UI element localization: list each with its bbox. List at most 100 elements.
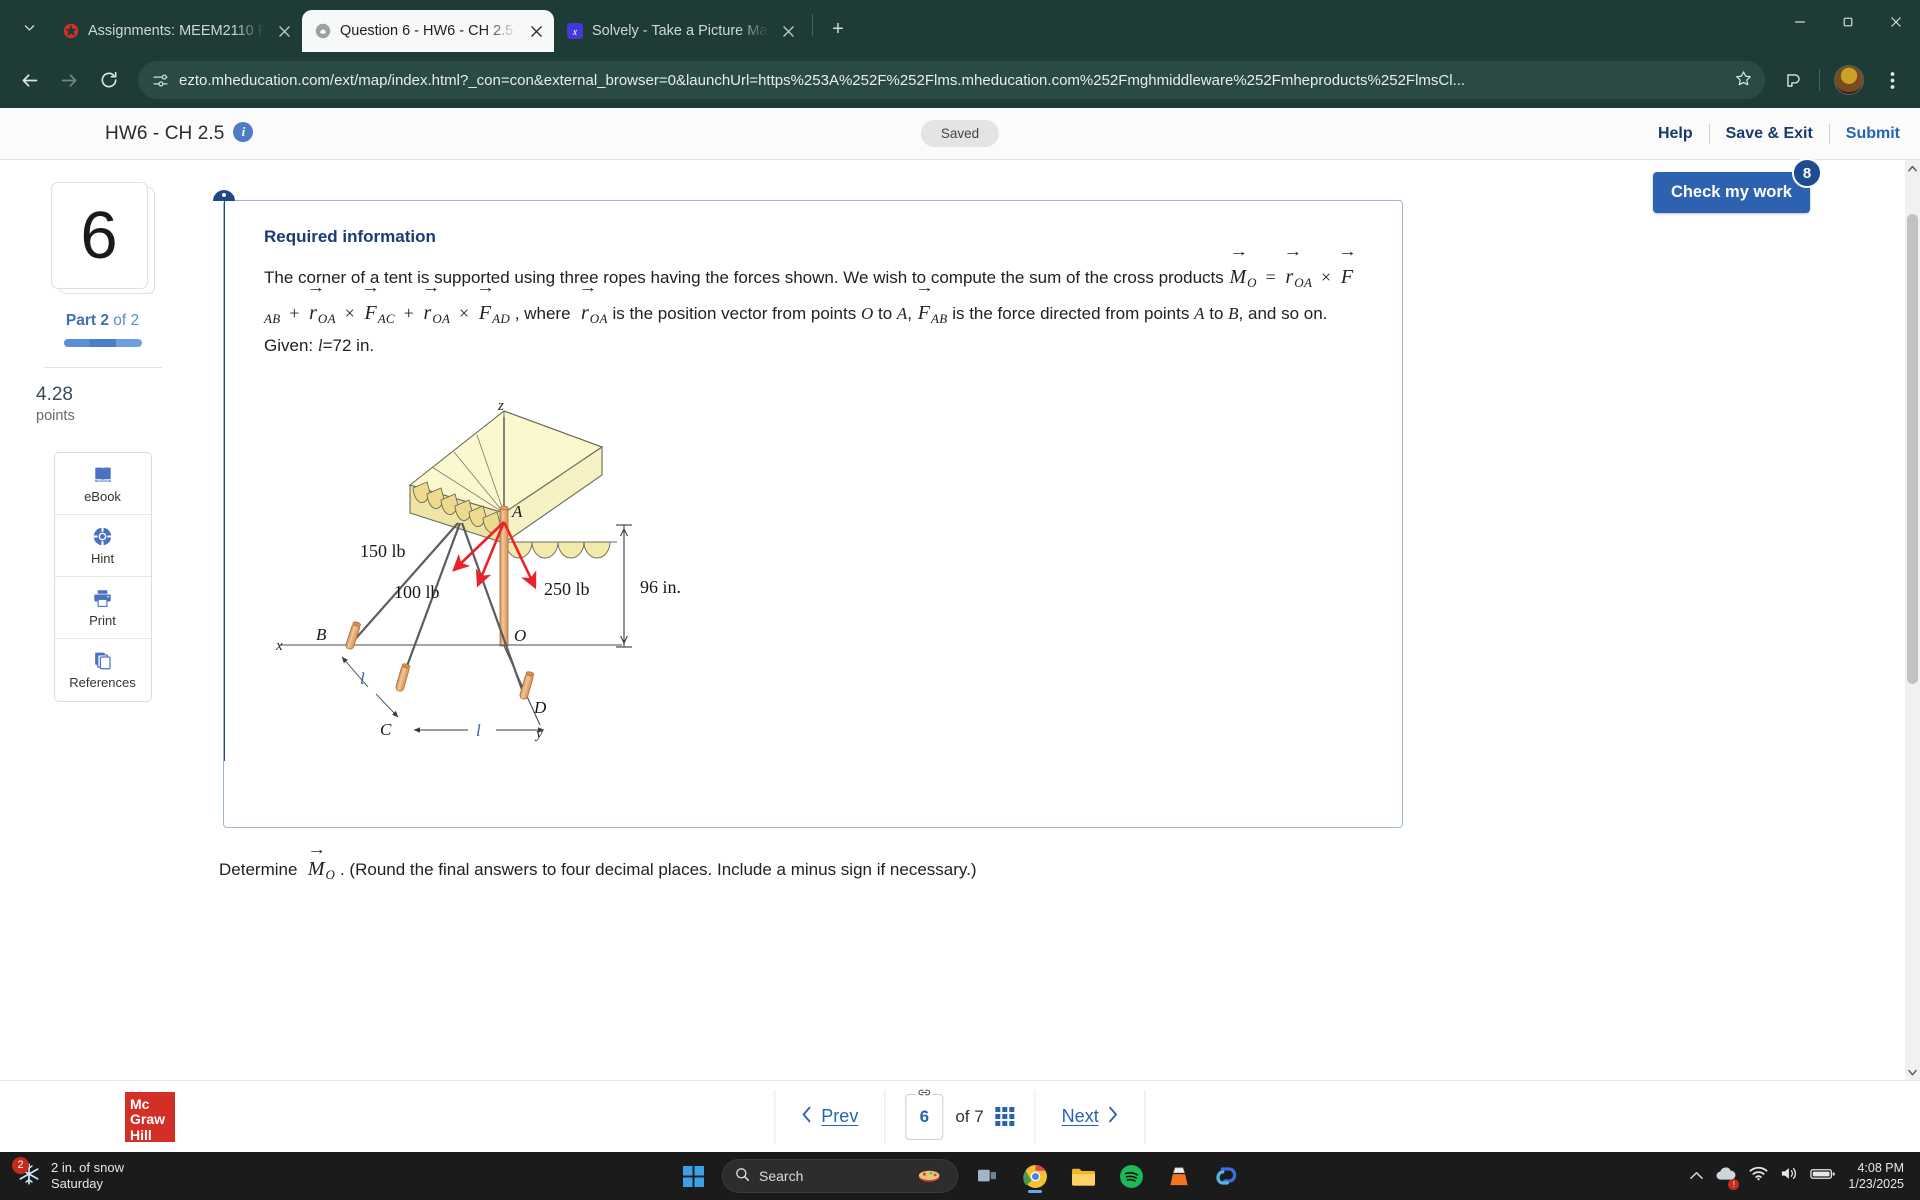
question-prompt: The corner of a tent is supported using … — [264, 260, 1362, 361]
assignment-body: 6 Part 2 of 2 4.28 points eBook Hint Pri… — [0, 160, 1920, 1080]
taskbar-clock[interactable]: 4:08 PM 1/23/2025 — [1848, 1160, 1904, 1193]
point-A-ref-2: A — [1194, 303, 1205, 323]
notification-badge: 2 — [12, 1156, 29, 1174]
copilot-icon[interactable] — [1208, 1157, 1246, 1195]
svg-text:x: x — [571, 27, 577, 38]
tab-search-chevron-icon[interactable] — [12, 10, 46, 44]
scrollbar-track[interactable] — [1905, 176, 1920, 1064]
determine-moment-symbol: M — [307, 858, 326, 881]
scroll-up-arrow-icon[interactable] — [1905, 160, 1920, 176]
required-information-box: Required information The corner of a ten… — [223, 200, 1403, 828]
weather-widget[interactable]: 2 2 in. of snow Saturday — [12, 1156, 124, 1193]
reload-button[interactable] — [90, 61, 128, 99]
logo-line-3: Hill — [130, 1126, 152, 1143]
chrome-menu-icon[interactable] — [1874, 62, 1910, 98]
site-settings-icon[interactable] — [152, 72, 169, 89]
scrollbar-thumb[interactable] — [1907, 214, 1918, 684]
to-word-2: to — [1209, 303, 1224, 323]
point-label-B: B — [316, 625, 327, 644]
check-my-work-count-badge: 8 — [1792, 158, 1822, 188]
point-A-ref: A — [896, 303, 908, 323]
back-button[interactable] — [10, 61, 48, 99]
assignment-footer: Mc Graw Hill Prev 6 of 7 Next — [0, 1080, 1920, 1152]
taskbar-search[interactable]: Search — [722, 1159, 958, 1193]
tool-hint[interactable]: Hint — [54, 515, 151, 577]
window-maximize-button[interactable] — [1824, 0, 1872, 44]
tab-divider — [812, 14, 813, 36]
tab-close-icon-1[interactable] — [526, 21, 546, 41]
r3-symbol: r — [423, 296, 433, 332]
question-rail: 6 Part 2 of 2 4.28 points eBook Hint Pri… — [0, 160, 205, 1080]
panel-collapse-handle[interactable] — [213, 190, 235, 761]
onedrive-tray-icon[interactable]: ! — [1715, 1166, 1740, 1190]
tool-ebook[interactable]: eBook — [54, 453, 151, 515]
battery-icon[interactable] — [1810, 1167, 1836, 1186]
part-current: 2 — [100, 312, 109, 329]
plus-2: + — [403, 302, 414, 323]
browser-toolbar-right — [1775, 62, 1910, 98]
page-title-text: HW6 - CH 2.5 — [105, 123, 225, 144]
tray-expand-chevron-icon[interactable] — [1690, 1167, 1704, 1185]
vlc-icon[interactable] — [1160, 1157, 1198, 1195]
grid-view-icon[interactable] — [995, 1107, 1015, 1126]
position-vector-text: is the position vector from points — [612, 303, 857, 323]
save-and-exit-link[interactable]: Save & Exit — [1710, 123, 1829, 145]
force-label-250: 250 lb — [544, 579, 590, 599]
taskbar-search-label: Search — [759, 1168, 804, 1184]
r2-subscript: OA — [317, 310, 336, 326]
window-minimize-button[interactable] — [1776, 0, 1824, 44]
help-link[interactable]: Help — [1642, 123, 1709, 145]
forward-button[interactable] — [50, 61, 88, 99]
task-view-button[interactable] — [968, 1157, 1006, 1195]
r2-symbol: r — [308, 296, 318, 332]
assignment-header: HW6 - CH 2.5 i Saved Help Save & Exit Sub… — [0, 108, 1920, 160]
tab-close-icon-2[interactable] — [778, 21, 798, 41]
chrome-taskbar-icon[interactable] — [1016, 1157, 1054, 1195]
tool-panel: eBook Hint Print References — [53, 452, 152, 702]
browser-tab-1[interactable]: Question 6 - HW6 - CH 2.5 - Co — [302, 10, 554, 52]
tool-print-label: Print — [89, 612, 116, 628]
wifi-icon[interactable] — [1749, 1166, 1768, 1186]
check-my-work-button[interactable]: Check my work — [1652, 172, 1810, 213]
point-label-A: A — [511, 502, 523, 521]
bookmark-star-icon[interactable] — [1734, 69, 1753, 92]
f1-symbol: F — [1340, 260, 1354, 296]
weather-line-2: Saturday — [51, 1176, 104, 1191]
file-explorer-icon[interactable] — [1064, 1157, 1102, 1195]
browser-tab-0[interactable]: Assignments: MEEM2110 R02 S — [50, 10, 302, 52]
question-content: Required information The corner of a ten… — [205, 160, 1920, 1080]
prev-question-button[interactable]: Prev — [775, 1106, 884, 1128]
taskbar-center: Search — [674, 1157, 1246, 1195]
next-question-button[interactable]: Next — [1036, 1106, 1145, 1128]
prompt-line-1: The corner of a tent is supported using … — [264, 268, 1154, 287]
volume-icon[interactable] — [1780, 1166, 1798, 1186]
next-label: Next — [1061, 1106, 1099, 1126]
point-B-ref: B — [1228, 303, 1239, 323]
tool-print[interactable]: Print — [54, 577, 151, 639]
window-close-button[interactable] — [1872, 0, 1920, 44]
cross-3: × — [459, 302, 470, 323]
mcgraw-hill-logo: Mc Graw Hill — [125, 1091, 175, 1143]
browser-toolbar: ezto.mheducation.com/ext/map/index.html?… — [0, 52, 1920, 108]
browser-tab-2[interactable]: x Solvely - Take a Picture Math Sc — [554, 10, 806, 52]
content-scrollbar[interactable] — [1905, 160, 1920, 1080]
clock-time: 4:08 PM — [1857, 1160, 1904, 1175]
scroll-down-arrow-icon[interactable] — [1905, 1064, 1920, 1080]
f2-subscript: AC — [377, 310, 395, 326]
page-number-input[interactable]: 6 — [905, 1085, 944, 1140]
address-bar[interactable]: ezto.mheducation.com/ext/map/index.html?… — [138, 61, 1765, 99]
start-button[interactable] — [674, 1157, 712, 1195]
f3-symbol: F — [478, 296, 492, 332]
tent-diagram-svg: z x y 150 lb 100 lb 250 lb A B C D O 96 … — [275, 398, 681, 742]
submit-link[interactable]: Submit — [1830, 123, 1900, 145]
profile-avatar[interactable] — [1834, 65, 1864, 95]
prompt-products-label: products — [1158, 268, 1224, 287]
f1-subscript: AB — [264, 310, 281, 326]
tab-close-icon-0[interactable] — [274, 21, 294, 41]
spotify-icon[interactable] — [1112, 1157, 1150, 1195]
extensions-icon[interactable] — [1775, 62, 1811, 98]
copilot-widget-icon[interactable] — [917, 1166, 945, 1187]
tool-references[interactable]: References — [55, 639, 151, 701]
info-icon[interactable]: i — [233, 122, 254, 142]
new-tab-button[interactable]: + — [823, 14, 853, 44]
